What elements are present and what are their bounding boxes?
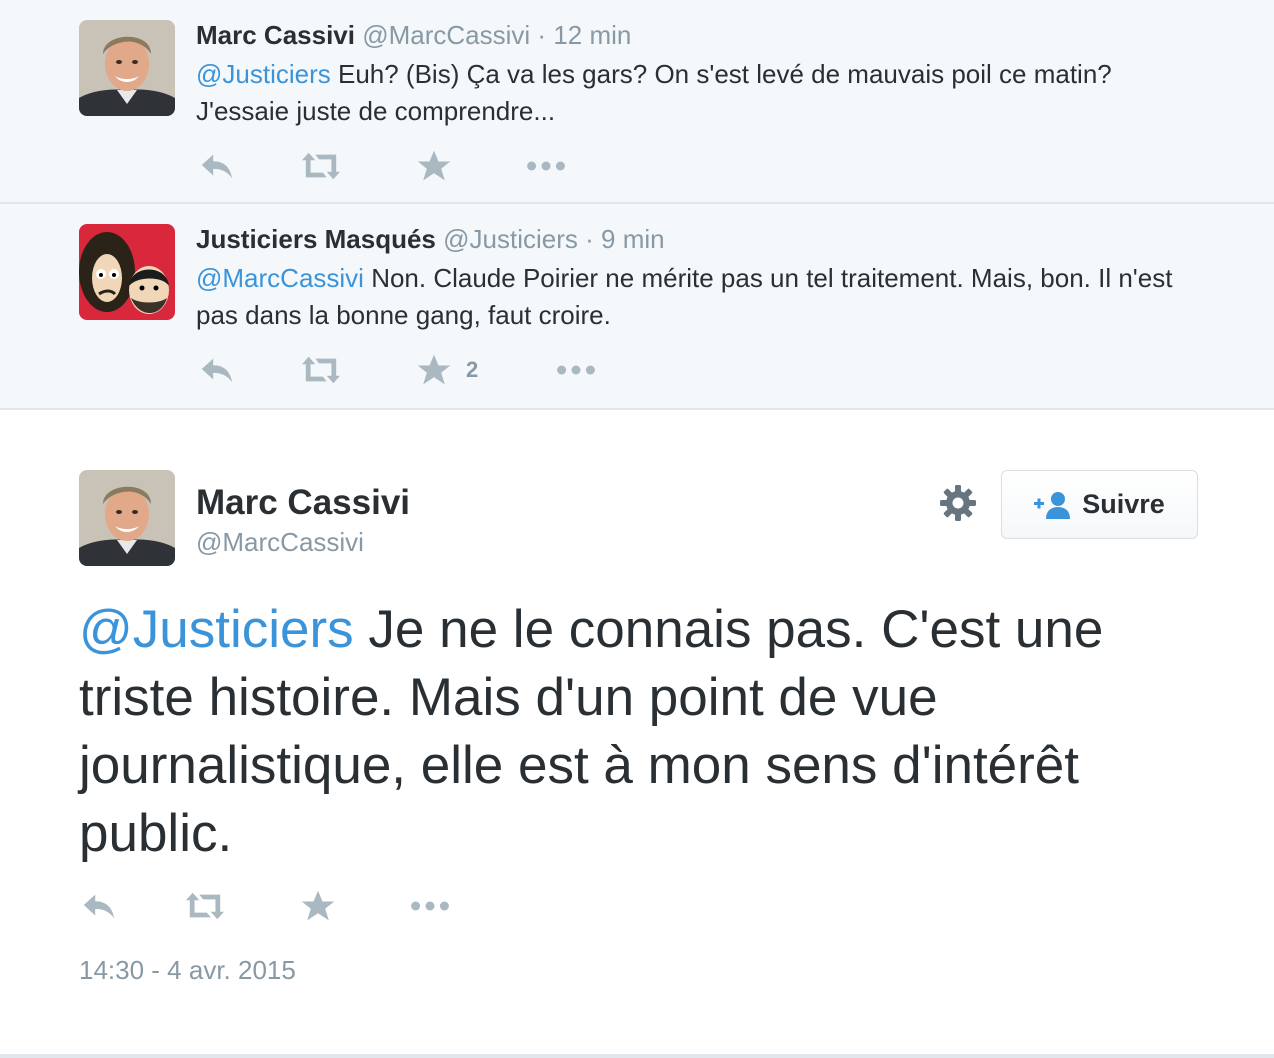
star-icon <box>300 888 336 924</box>
tweet-header: Justiciers Masqués @Justiciers · 9 min <box>196 223 665 255</box>
favorite-button[interactable] <box>416 146 452 186</box>
reply-button[interactable] <box>198 146 236 186</box>
retweet-icon <box>298 351 344 389</box>
reply-tweet[interactable]: Justiciers Masqués @Justiciers · 9 min @… <box>0 204 1274 410</box>
author-name[interactable]: Justiciers Masqués <box>196 224 436 254</box>
reply-icon <box>198 147 236 185</box>
mention-link[interactable]: @MarcCassivi <box>196 263 364 293</box>
tweet-text: @Justiciers Euh? (Bis) Ça va les gars? O… <box>196 56 1206 130</box>
tweet-actions <box>80 886 500 926</box>
add-user-icon <box>1034 491 1071 519</box>
reply-tweet[interactable]: Marc Cassivi @MarcCassivi · 12 min @Just… <box>0 0 1274 204</box>
follow-label: Suivre <box>1082 489 1165 519</box>
more-dots-icon <box>408 888 452 924</box>
settings-button[interactable] <box>938 483 978 523</box>
author-name[interactable]: Marc Cassivi <box>196 482 410 524</box>
more-button[interactable] <box>554 350 598 390</box>
tweet-time[interactable]: 12 min <box>553 20 631 50</box>
avatar[interactable] <box>79 224 175 320</box>
tweet-actions <box>196 146 616 186</box>
retweet-button[interactable] <box>298 146 344 186</box>
avatar[interactable] <box>79 470 175 566</box>
avatar[interactable] <box>79 20 175 116</box>
reply-button[interactable] <box>198 350 236 390</box>
tweet-timestamp[interactable]: 14:30 - 4 avr. 2015 <box>79 954 296 986</box>
retweet-icon <box>298 147 344 185</box>
reply-icon <box>198 351 236 389</box>
favorite-button[interactable]: 2 <box>416 350 478 390</box>
star-icon <box>416 148 452 184</box>
retweet-button[interactable] <box>298 350 344 390</box>
retweet-icon <box>182 887 228 925</box>
author-name[interactable]: Marc Cassivi <box>196 20 355 50</box>
main-tweet: Marc Cassivi @MarcCassivi Suivre @Justic… <box>0 410 1274 1058</box>
divider <box>0 1054 1274 1058</box>
tweet-header: Marc Cassivi @MarcCassivi · 12 min <box>196 19 631 51</box>
reply-button[interactable] <box>80 886 118 926</box>
reply-icon <box>80 887 118 925</box>
tweet-time[interactable]: 9 min <box>601 224 665 254</box>
mention-link[interactable]: @Justiciers <box>196 59 331 89</box>
separator: · <box>537 20 547 50</box>
separator: · <box>585 224 594 254</box>
tweet-text: @MarcCassivi Non. Claude Poirier ne méri… <box>196 260 1206 334</box>
favorite-button[interactable] <box>300 886 336 926</box>
retweet-button[interactable] <box>182 886 228 926</box>
author-handle[interactable]: @Justiciers <box>443 224 578 254</box>
more-dots-icon <box>554 352 598 388</box>
author-handle[interactable]: @MarcCassivi <box>196 526 364 558</box>
gear-icon <box>940 485 976 521</box>
more-dots-icon <box>524 148 568 184</box>
more-button[interactable] <box>408 886 452 926</box>
tweet-body: Euh? (Bis) Ça va les gars? On s'est levé… <box>196 59 1112 126</box>
author-handle[interactable]: @MarcCassivi <box>362 20 530 50</box>
star-icon <box>416 352 452 388</box>
tweet-text: @Justiciers Je ne le connais pas. C'est … <box>79 596 1209 868</box>
favorite-count: 2 <box>466 357 479 382</box>
more-button[interactable] <box>524 146 568 186</box>
mention-link[interactable]: @Justiciers <box>79 600 354 659</box>
follow-button[interactable]: Suivre <box>1001 470 1198 539</box>
tweet-actions: 2 <box>196 350 616 390</box>
